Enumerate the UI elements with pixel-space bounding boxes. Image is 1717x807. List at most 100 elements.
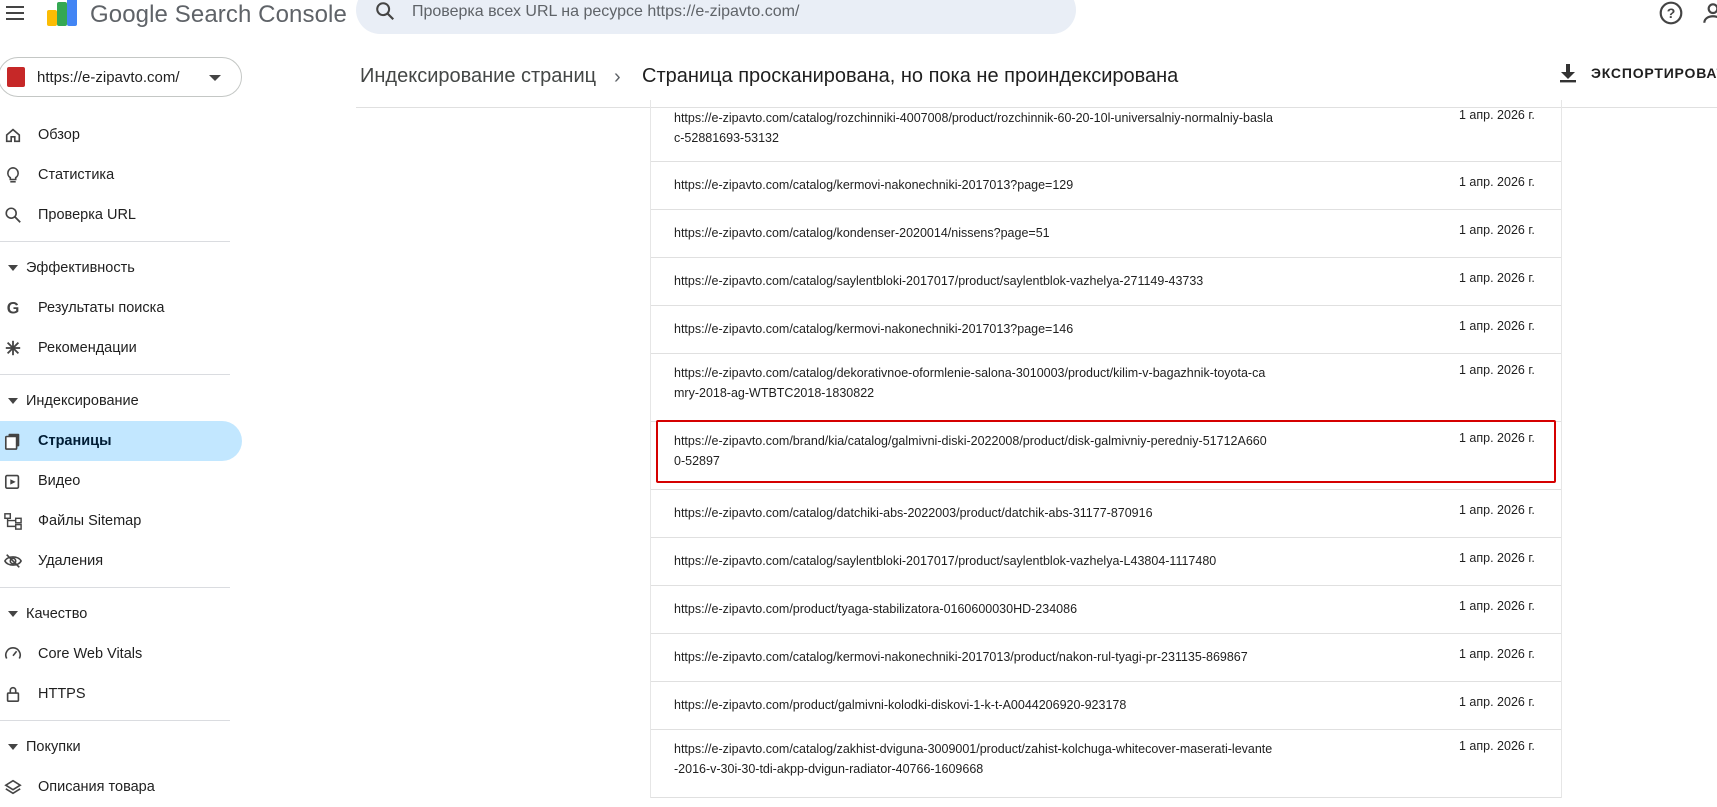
home-icon: [5, 128, 21, 143]
table-row[interactable]: https://e-zipavto.com/catalog/saylentblo…: [651, 258, 1561, 306]
sidebar-item-label: Core Web Vitals: [38, 646, 143, 662]
row-date: 1 апр. 2026 г.: [1459, 271, 1535, 285]
sidebar-divider: [0, 241, 230, 242]
row-date: 1 апр. 2026 г.: [1459, 175, 1535, 189]
sidebar-item-home[interactable]: Обзор: [0, 115, 242, 155]
expand-arrow-icon: [8, 265, 18, 271]
row-date: 1 апр. 2026 г.: [1459, 108, 1535, 122]
row-date: 1 апр. 2026 г.: [1459, 739, 1535, 753]
sidebar-divider: [0, 720, 230, 721]
sidebar-item-lock[interactable]: HTTPS: [0, 674, 242, 714]
property-selector[interactable]: https://e-zipavto.com/: [0, 57, 242, 97]
export-label: ЭКСПОРТИРОВАТЬ: [1591, 65, 1717, 81]
app-name: Google Search Console: [90, 1, 347, 28]
property-url: https://e-zipavto.com/: [37, 69, 180, 86]
search-bar[interactable]: Проверка всех URL на ресурсе https://e-z…: [356, 0, 1076, 34]
row-url[interactable]: https://e-zipavto.com/product/tyaga-stab…: [651, 599, 1311, 619]
search-input[interactable]: Проверка всех URL на ресурсе https://e-z…: [412, 3, 799, 21]
table-row[interactable]: https://e-zipavto.com/product/galmivni-k…: [651, 682, 1561, 730]
row-date: 1 апр. 2026 г.: [1459, 695, 1535, 709]
row-url[interactable]: https://e-zipavto.com/catalog/saylentblo…: [651, 551, 1311, 571]
row-url[interactable]: https://e-zipavto.com/catalog/kondenser-…: [651, 223, 1311, 243]
sidebar-item-label: Рекомендации: [38, 340, 137, 356]
sidebar-section-title: Качество: [26, 606, 88, 622]
row-date: 1 апр. 2026 г.: [1459, 503, 1535, 517]
table-row[interactable]: https://e-zipavto.com/catalog/kermovi-na…: [651, 306, 1561, 354]
table-row[interactable]: https://e-zipavto.com/brand/kia/catalog/…: [651, 422, 1561, 490]
row-url[interactable]: https://e-zipavto.com/catalog/rozchinnik…: [651, 108, 1311, 148]
pages-icon: [4, 433, 20, 450]
table-row[interactable]: https://e-zipavto.com/catalog/datchiki-a…: [651, 490, 1561, 538]
url-table: https://e-zipavto.com/catalog/rozchinnik…: [650, 100, 1562, 798]
sidebar-section-header[interactable]: Покупки: [0, 727, 242, 767]
sidebar-section-title: Покупки: [26, 739, 81, 755]
table-row[interactable]: https://e-zipavto.com/catalog/rozchinnik…: [651, 100, 1561, 162]
help-icon[interactable]: ?: [1658, 0, 1684, 26]
search-icon: [376, 2, 395, 21]
table-row[interactable]: https://e-zipavto.com/catalog/kondenser-…: [651, 210, 1561, 258]
sidebar-divider: [0, 374, 230, 375]
row-url[interactable]: https://e-zipavto.com/catalog/saylentblo…: [651, 271, 1311, 291]
table-row[interactable]: https://e-zipavto.com/product/tyaga-stab…: [651, 586, 1561, 634]
sidebar-section-header[interactable]: Качество: [0, 594, 242, 634]
sidebar-item-label: Результаты поиска: [38, 300, 165, 316]
sidebar-section-title: Индексирование: [26, 393, 139, 409]
sidebar-item-eye-off[interactable]: Удаления: [0, 541, 242, 581]
sidebar-item-label: Проверка URL: [38, 207, 136, 223]
row-url[interactable]: https://e-zipavto.com/catalog/zakhist-dv…: [651, 739, 1311, 779]
sidebar-item-asterisk[interactable]: Рекомендации: [0, 328, 242, 368]
sidebar-item-layers[interactable]: Описания товара: [0, 767, 242, 807]
page-title: Страница просканирована, но пока не прои…: [642, 65, 1179, 87]
row-date: 1 апр. 2026 г.: [1459, 223, 1535, 237]
sidebar-item-label: Видео: [38, 473, 81, 489]
row-url[interactable]: https://e-zipavto.com/catalog/kermovi-na…: [651, 175, 1311, 195]
sidebar-item-label: Удаления: [38, 553, 104, 569]
row-date: 1 апр. 2026 г.: [1459, 599, 1535, 613]
row-url[interactable]: https://e-zipavto.com/brand/kia/catalog/…: [651, 431, 1311, 471]
row-url[interactable]: https://e-zipavto.com/product/galmivni-k…: [651, 695, 1311, 715]
sidebar-item-lightbulb[interactable]: Статистика: [0, 155, 242, 195]
sidebar-item-video[interactable]: Видео: [0, 461, 242, 501]
sidebar-section-title: Эффективность: [26, 260, 135, 276]
row-url[interactable]: https://e-zipavto.com/catalog/kermovi-na…: [651, 647, 1311, 667]
sidebar-section-header[interactable]: Эффективность: [0, 248, 242, 288]
video-icon: [4, 474, 20, 490]
sidebar-nav: Обзор Статистика Проверка URL Эффективность…: [0, 115, 242, 807]
sidebar-item-label: Страницы: [38, 433, 112, 449]
sidebar-item-gauge[interactable]: Core Web Vitals: [0, 634, 242, 674]
lightbulb-icon: [7, 166, 19, 183]
sidebar-item-sitemap[interactable]: Файлы Sitemap: [0, 501, 242, 541]
download-icon: [1560, 64, 1576, 83]
sidebar-item-pages[interactable]: Страницы: [0, 421, 242, 461]
sidebar-divider: [0, 587, 230, 588]
search-console-logo: [47, 0, 77, 26]
table-row[interactable]: https://e-zipavto.com/catalog/zakhist-dv…: [651, 730, 1561, 798]
expand-arrow-icon: [8, 744, 18, 750]
row-date: 1 апр. 2026 г.: [1459, 319, 1535, 333]
row-url[interactable]: https://e-zipavto.com/catalog/kermovi-na…: [651, 319, 1311, 339]
google-g-icon: G: [7, 299, 20, 317]
table-row[interactable]: https://e-zipavto.com/catalog/kermovi-na…: [651, 162, 1561, 210]
breadcrumb-parent[interactable]: Индексирование страниц: [360, 65, 596, 88]
row-url[interactable]: https://e-zipavto.com/catalog/dekorativn…: [651, 363, 1311, 403]
table-row[interactable]: https://e-zipavto.com/catalog/kermovi-na…: [651, 634, 1561, 682]
sidebar-item-label: Описания товара: [38, 779, 155, 795]
chevron-down-icon: [209, 75, 221, 81]
row-url[interactable]: https://e-zipavto.com/catalog/datchiki-a…: [651, 503, 1311, 523]
row-date: 1 апр. 2026 г.: [1459, 647, 1535, 661]
table-row[interactable]: https://e-zipavto.com/catalog/saylentblo…: [651, 538, 1561, 586]
search-icon: [5, 207, 21, 223]
account-icon[interactable]: [1700, 0, 1717, 26]
row-date: 1 апр. 2026 г.: [1459, 363, 1535, 377]
sitemap-icon: [4, 513, 22, 530]
top-bar: Google Search Console Проверка всех URL …: [0, 0, 1717, 36]
sidebar-item-google-g[interactable]: G Результаты поиска: [0, 288, 242, 328]
sidebar-section-header[interactable]: Индексирование: [0, 381, 242, 421]
svg-text:G: G: [7, 299, 20, 317]
export-button[interactable]: ЭКСПОРТИРОВАТЬ: [1559, 63, 1717, 83]
table-row[interactable]: https://e-zipavto.com/catalog/dekorativn…: [651, 354, 1561, 422]
row-date: 1 апр. 2026 г.: [1459, 431, 1535, 445]
menu-icon[interactable]: [2, 0, 28, 26]
gauge-icon: [5, 647, 21, 659]
sidebar-item-search[interactable]: Проверка URL: [0, 195, 242, 235]
